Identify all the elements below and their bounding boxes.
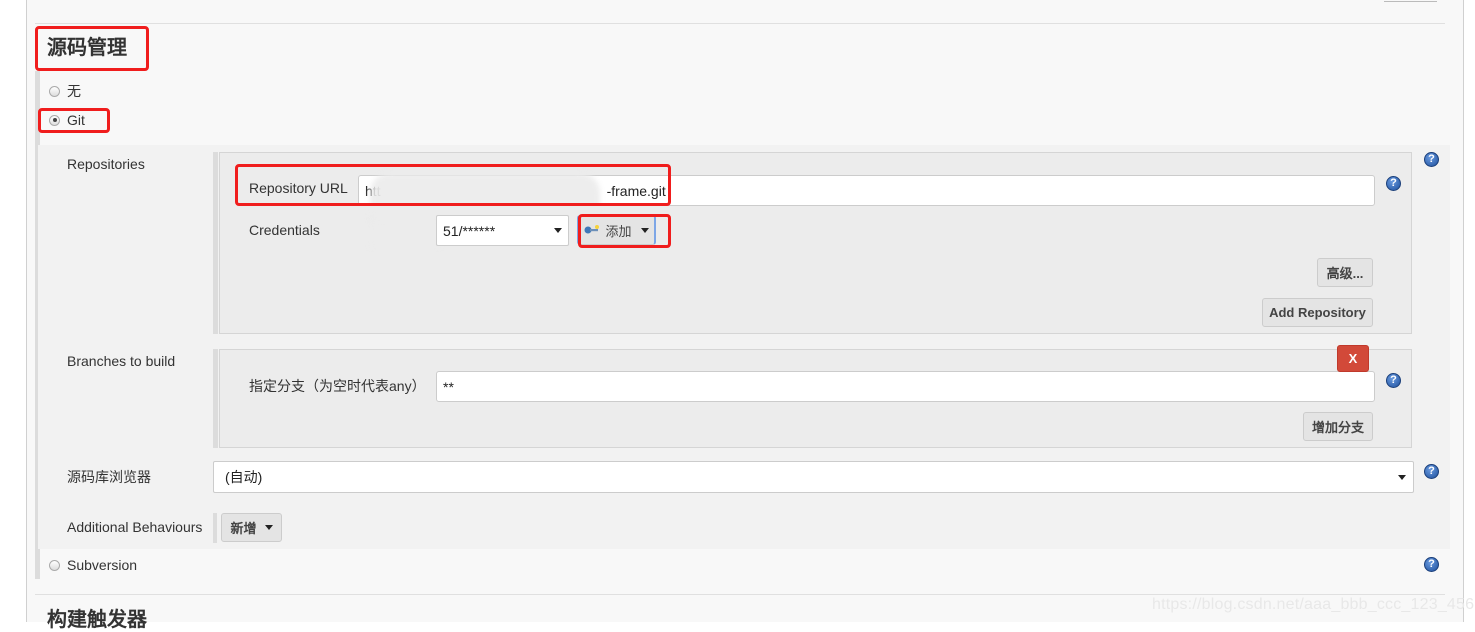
top-button-edge — [1384, 0, 1437, 2]
git-config-panel: Repositories Repository URL htt -frame.g… — [38, 145, 1450, 549]
repository-url-label: Repository URL — [249, 180, 348, 196]
repository-box: Repository URL htt -frame.git Credential… — [219, 152, 1412, 334]
section-title-build-triggers: 构建触发器 — [47, 607, 147, 631]
key-icon — [584, 225, 600, 234]
credentials-label: Credentials — [249, 222, 320, 238]
scm-option-git[interactable]: Git — [49, 112, 85, 128]
browser-label: 源码库浏览器 — [67, 469, 151, 485]
add-credentials-label: 添加 — [605, 223, 632, 239]
advanced-button[interactable]: 高级... — [1317, 258, 1373, 287]
section-divider — [35, 23, 1445, 24]
browser-value: (自动) — [225, 469, 263, 485]
help-icon-repositories[interactable]: ? — [1424, 152, 1439, 167]
behaviours-left-bar — [213, 513, 217, 543]
help-icon-subversion[interactable]: ? — [1424, 557, 1439, 572]
scm-option-none[interactable]: 无 — [49, 81, 81, 101]
section-title-scm: 源码管理 — [47, 35, 127, 59]
help-icon-browser[interactable]: ? — [1424, 464, 1439, 479]
add-credentials-button[interactable]: 添加 — [577, 215, 656, 245]
scm-option-subversion-label: Subversion — [67, 557, 138, 573]
branch-specifier-value: ** — [443, 378, 454, 395]
chevron-down-icon — [264, 525, 273, 530]
credentials-value: 51/****** — [443, 222, 496, 239]
chevron-down-icon — [1398, 474, 1406, 480]
add-repository-button[interactable]: Add Repository — [1262, 298, 1373, 327]
delete-branch-button[interactable]: X — [1337, 345, 1369, 372]
branch-box: 指定分支（为空时代表any） ** X 增加分支 — [219, 345, 1412, 448]
browser-select[interactable]: (自动) — [213, 461, 1414, 493]
repositories-left-bar — [213, 152, 218, 334]
branch-specifier-input[interactable]: ** — [436, 371, 1375, 402]
branches-left-bar — [213, 349, 218, 448]
scm-option-subversion[interactable]: Subversion — [49, 557, 137, 573]
credentials-redaction — [370, 221, 440, 247]
section-divider-2 — [35, 594, 1445, 595]
repository-url-suffix: -frame.git — [606, 182, 666, 199]
scm-option-git-label: Git — [67, 112, 85, 128]
chevron-down-icon — [554, 228, 562, 233]
help-icon-branch-specifier[interactable]: ? — [1386, 373, 1401, 388]
credentials-select[interactable]: 51/****** — [436, 215, 569, 246]
chevron-down-icon — [640, 227, 649, 233]
add-behaviour-label: 新增 — [230, 521, 257, 536]
branches-label: Branches to build — [67, 353, 176, 369]
radio-subversion[interactable] — [49, 559, 60, 571]
add-branch-button[interactable]: 增加分支 — [1303, 412, 1373, 441]
radio-none[interactable] — [49, 85, 60, 97]
branch-specifier-label: 指定分支（为空时代表any） — [249, 378, 426, 394]
additional-behaviours-label: Additional Behaviours — [67, 519, 203, 535]
help-icon-repository-url[interactable]: ? — [1386, 176, 1401, 191]
radio-git[interactable] — [49, 114, 60, 126]
watermark: https://blog.csdn.net/aaa_bbb_ccc_123_45… — [1152, 596, 1475, 613]
add-behaviour-button[interactable]: 新增 — [221, 513, 282, 542]
repositories-label: Repositories — [67, 156, 145, 172]
scm-option-none-label: 无 — [67, 83, 81, 99]
